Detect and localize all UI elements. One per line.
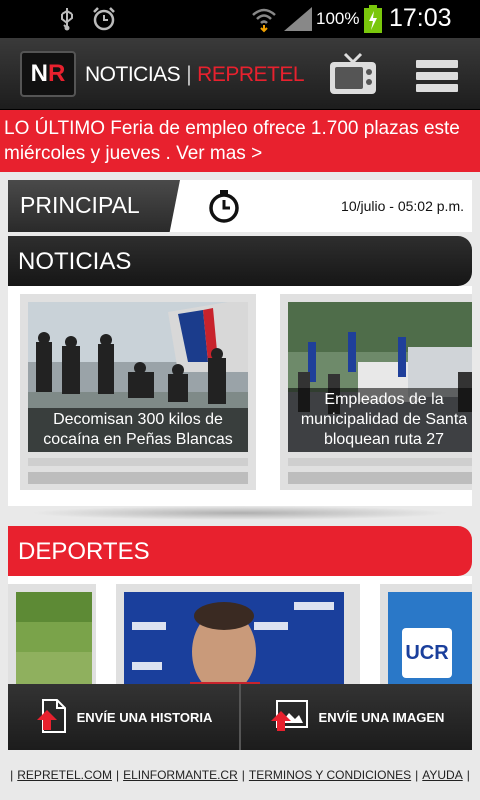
alarm-icon [90, 6, 118, 37]
footer-link-elinformante[interactable]: ELINFORMANTE.CR [119, 768, 242, 782]
send-image-button[interactable]: ENVÍE UNA IMAGEN [239, 684, 472, 750]
ucr-logo: UCR [402, 628, 452, 678]
footer-link-repretel[interactable]: REPRETEL.COM [13, 768, 116, 782]
battery-percent: 100% [316, 9, 360, 28]
deportes-carousel[interactable]: UCR [8, 576, 472, 686]
principal-tab[interactable]: PRINCIPAL [8, 180, 180, 232]
battery-charging-icon [364, 5, 382, 38]
upload-image-icon [269, 699, 309, 736]
logo[interactable]: NR [20, 51, 76, 97]
brand-title: NOTICIAS | REPRETEL [85, 63, 305, 86]
news-card[interactable]: Empleados de la municipalidad de Santa b… [280, 294, 472, 490]
sports-card[interactable] [116, 584, 360, 686]
news-caption: Decomisan 300 kilos de cocaína en Peñas … [28, 408, 248, 452]
send-story-button[interactable]: ENVÍE UNA HISTORIA [8, 684, 239, 750]
sports-card[interactable] [8, 584, 96, 686]
breaking-news-ticker[interactable]: LO ÚLTIMO Feria de empleo ofrece 1.700 p… [0, 110, 480, 172]
noticias-carousel[interactable]: Decomisan 300 kilos de cocaína en Peñas … [8, 286, 472, 506]
sports-card[interactable]: UCR [380, 584, 472, 686]
news-photo: Empleados de la municipalidad de Santa b… [288, 302, 472, 452]
wifi-icon [250, 5, 278, 38]
usb-icon [56, 6, 78, 37]
signal-icon [284, 7, 312, 36]
status-bar: 100% 17:03 [0, 0, 480, 38]
action-bar: ENVÍE UNA HISTORIA ENVÍE UNA IMAGEN [8, 684, 472, 750]
footer-link-ayuda[interactable]: AYUDA [418, 768, 466, 782]
section-deportes-header[interactable]: DEPORTES [8, 526, 472, 576]
principal-row: PRINCIPAL 10/julio - 05:02 p.m. [8, 180, 472, 232]
update-datetime: 10/julio - 05:02 p.m. [341, 198, 464, 214]
stopwatch-icon [206, 188, 242, 229]
menu-icon[interactable] [416, 60, 458, 94]
upload-document-icon [35, 698, 67, 737]
tv-icon[interactable] [328, 52, 378, 98]
news-photo: Decomisan 300 kilos de cocaína en Peñas … [28, 302, 248, 452]
news-caption: Empleados de la municipalidad de Santa b… [288, 388, 472, 452]
footer-link-terminos[interactable]: TERMINOS Y CONDICIONES [245, 768, 415, 782]
clock: 17:03 [389, 4, 452, 32]
section-noticias-header[interactable]: NOTICIAS [8, 236, 472, 286]
news-card[interactable]: Decomisan 300 kilos de cocaína en Peñas … [20, 294, 256, 490]
app-header: NR NOTICIAS | REPRETEL [0, 38, 480, 110]
footer: | REPRETEL.COM | ELINFORMANTE.CR | TERMI… [0, 750, 480, 800]
